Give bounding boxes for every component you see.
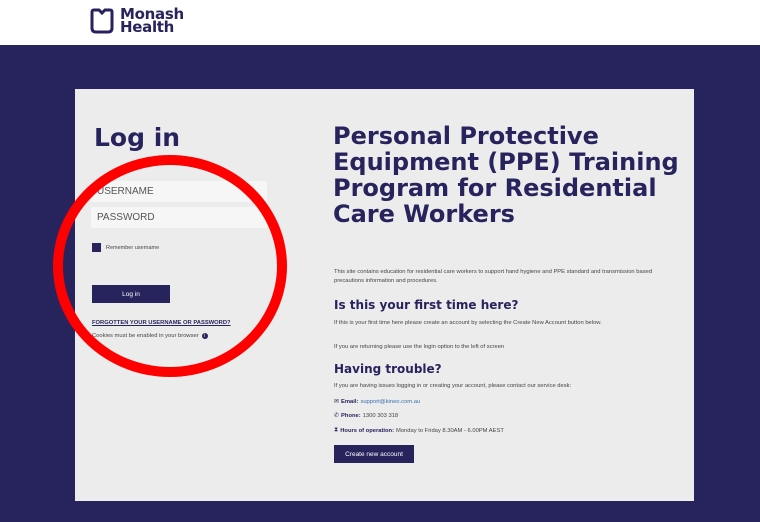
phone-label: Phone:: [341, 412, 361, 419]
intro-text: This site contains education for residen…: [334, 269, 653, 284]
trouble-text: If you are having issues logging in or c…: [334, 383, 572, 389]
email-icon: ✉: [334, 399, 340, 405]
hours-label: Hours of operation:: [340, 427, 394, 434]
email-label: Email:: [341, 398, 359, 405]
clock-icon: ⧗: [334, 427, 339, 433]
logo-text: Monash Health: [120, 7, 184, 35]
trouble-heading: Having trouble?: [334, 362, 442, 376]
phone-icon: ✆: [334, 413, 340, 419]
hours-value: Monday to Friday 8.30AM - 6.00PM AEST: [396, 427, 504, 434]
hours-row: ⧗ Hours of operation: Monday to Friday 8…: [334, 427, 504, 434]
monash-logo-icon: [90, 8, 114, 34]
email-row: ✉ Email: support@kineo.com.au: [334, 398, 420, 406]
login-title: Log in: [94, 123, 181, 152]
phone-row: ✆ Phone: 1300 303 318: [334, 412, 399, 420]
first-time-heading: Is this your first time here?: [334, 298, 519, 312]
site-header: Monash Health: [0, 0, 760, 45]
first-time-text-1: If this is your first time here please c…: [334, 320, 602, 326]
monash-health-logo[interactable]: Monash Health: [89, 7, 184, 35]
first-time-text-2: If you are returning please use the logi…: [334, 344, 505, 350]
phone-value: 1300 303 318: [362, 412, 399, 419]
email-link[interactable]: support@kineo.com.au: [360, 399, 420, 405]
page-title: Personal Protective Equipment (PPE) Trai…: [333, 122, 679, 228]
red-highlight-circle: [53, 155, 287, 377]
create-account-button[interactable]: Create new account: [334, 445, 414, 463]
